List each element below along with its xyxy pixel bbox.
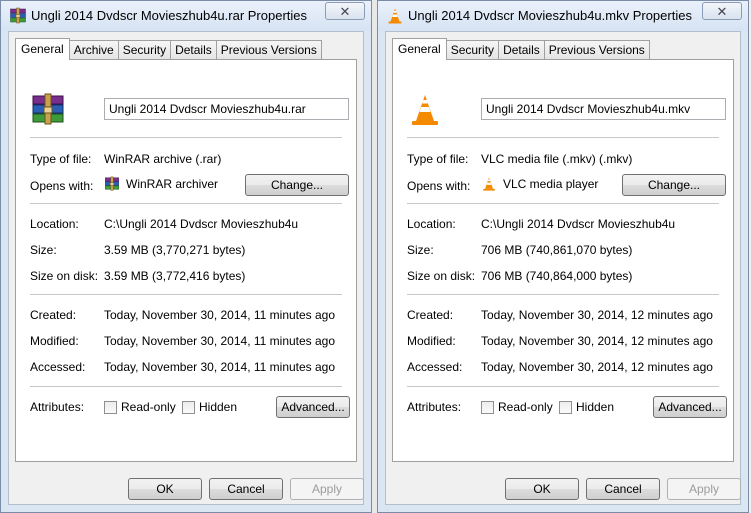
attributes-label: Attributes: [30,400,85,414]
tab-details[interactable]: Details [498,40,545,60]
tab-security[interactable]: Security [445,40,500,60]
tab-general[interactable]: General [15,38,70,60]
rar-properties-window: Ungli 2014 Dvdscr Movieszhub4u.rar Prope… [0,0,372,513]
size-value: 3.59 MB (3,770,271 bytes) [104,243,246,257]
tab-general[interactable]: General [392,38,447,60]
hidden-checkbox[interactable]: Hidden [559,400,614,414]
tab-previous-versions[interactable]: Previous Versions [215,40,322,60]
checkbox-box[interactable] [182,400,195,414]
apply-button[interactable]: Apply [667,478,741,500]
type-label: Type of file: [30,152,92,166]
opens-value: VLC media player [503,177,599,191]
winrar-archive-icon [30,92,66,128]
readonly-label: Read-only [498,400,553,414]
ok-button[interactable]: OK [505,478,579,500]
checkbox-box[interactable] [104,400,117,414]
window-title: Ungli 2014 Dvdscr Movieszhub4u.mkv Prope… [408,8,692,23]
opens-value: WinRAR archiver [126,177,219,191]
created-value: Today, November 30, 2014, 11 minutes ago [104,308,336,322]
file-name-field[interactable]: Ungli 2014 Dvdscr Movieszhub4u.rar [104,98,349,120]
created-label: Created: [30,308,77,322]
type-value: WinRAR archive (.rar) [104,152,222,166]
tab-previous-versions[interactable]: Previous Versions [543,40,650,60]
tab-archive[interactable]: Archive [68,40,119,60]
dialog-client: General Security Details Previous Versio… [385,31,741,505]
checkbox-box[interactable] [481,400,494,414]
size-value: 706 MB (740,861,070 bytes) [481,243,633,257]
divider [30,386,342,387]
vlc-cone-icon [386,7,404,25]
accessed-value: Today, November 30, 2014, 12 minutes ago [481,360,713,374]
file-name-field[interactable]: Ungli 2014 Dvdscr Movieszhub4u.mkv [481,98,726,120]
opens-with: WinRAR archiver [104,176,218,192]
accessed-value: Today, November 30, 2014, 11 minutes ago [104,360,336,374]
divider [30,203,342,204]
cancel-button[interactable]: Cancel [209,478,283,500]
close-button[interactable]: ✕ [702,2,742,20]
created-value: Today, November 30, 2014, 12 minutes ago [481,308,713,322]
modified-label: Modified: [30,334,79,348]
readonly-checkbox[interactable]: Read-only [481,400,553,414]
location-label: Location: [407,217,456,231]
type-label: Type of file: [407,152,469,166]
readonly-label: Read-only [121,400,176,414]
divider [407,203,719,204]
readonly-checkbox[interactable]: Read-only [104,400,176,414]
location-label: Location: [30,217,79,231]
modified-value: Today, November 30, 2014, 11 minutes ago [104,334,336,348]
dialog-client: General Archive Security Details Previou… [8,31,364,505]
checkbox-box[interactable] [559,400,572,414]
tab-security[interactable]: Security [117,40,172,60]
opens-with: VLC media player [481,176,598,192]
ok-button[interactable]: OK [128,478,202,500]
opens-label: Opens with: [407,179,471,193]
size-label: Size: [407,243,434,257]
tab-details[interactable]: Details [170,40,217,60]
modified-label: Modified: [407,334,456,348]
size-on-disk-value: 706 MB (740,864,000 bytes) [481,269,633,283]
general-page: Ungli 2014 Dvdscr Movieszhub4u.mkv Type … [392,59,734,462]
type-value: VLC media file (.mkv) (.mkv) [481,152,633,166]
change-button[interactable]: Change... [245,174,349,196]
attributes-label: Attributes: [407,400,462,414]
size-on-disk-label: Size on disk: [407,269,476,283]
hidden-label: Hidden [199,400,238,414]
winrar-archive-icon [104,176,120,192]
advanced-button[interactable]: Advanced... [653,396,727,418]
winrar-archive-icon [9,7,27,25]
size-on-disk-value: 3.59 MB (3,772,416 bytes) [104,269,246,283]
title-bar[interactable]: Ungli 2014 Dvdscr Movieszhub4u.rar Prope… [1,1,371,31]
cancel-button[interactable]: Cancel [586,478,660,500]
modified-value: Today, November 30, 2014, 12 minutes ago [481,334,713,348]
location-value: C:\Ungli 2014 Dvdscr Movieszhub4u [481,217,676,231]
accessed-label: Accessed: [407,360,463,374]
vlc-cone-icon [407,92,443,128]
divider [407,294,719,295]
window-title: Ungli 2014 Dvdscr Movieszhub4u.rar Prope… [31,8,308,23]
tab-strip: General Archive Security Details Previou… [15,38,322,60]
tab-strip: General Security Details Previous Versio… [392,38,650,60]
change-button[interactable]: Change... [622,174,726,196]
mkv-properties-window: Ungli 2014 Dvdscr Movieszhub4u.mkv Prope… [377,0,749,513]
size-label: Size: [30,243,57,257]
divider [30,137,342,138]
hidden-label: Hidden [576,400,615,414]
title-bar[interactable]: Ungli 2014 Dvdscr Movieszhub4u.mkv Prope… [378,1,748,31]
created-label: Created: [407,308,454,322]
accessed-label: Accessed: [30,360,86,374]
divider [407,137,719,138]
general-page: Ungli 2014 Dvdscr Movieszhub4u.rar Type … [15,59,357,462]
location-value: C:\Ungli 2014 Dvdscr Movieszhub4u [104,217,299,231]
size-on-disk-label: Size on disk: [30,269,99,283]
vlc-cone-icon [481,176,497,192]
advanced-button[interactable]: Advanced... [276,396,350,418]
close-button[interactable]: ✕ [325,2,365,20]
apply-button[interactable]: Apply [290,478,364,500]
divider [30,294,342,295]
hidden-checkbox[interactable]: Hidden [182,400,237,414]
divider [407,386,719,387]
opens-label: Opens with: [30,179,94,193]
